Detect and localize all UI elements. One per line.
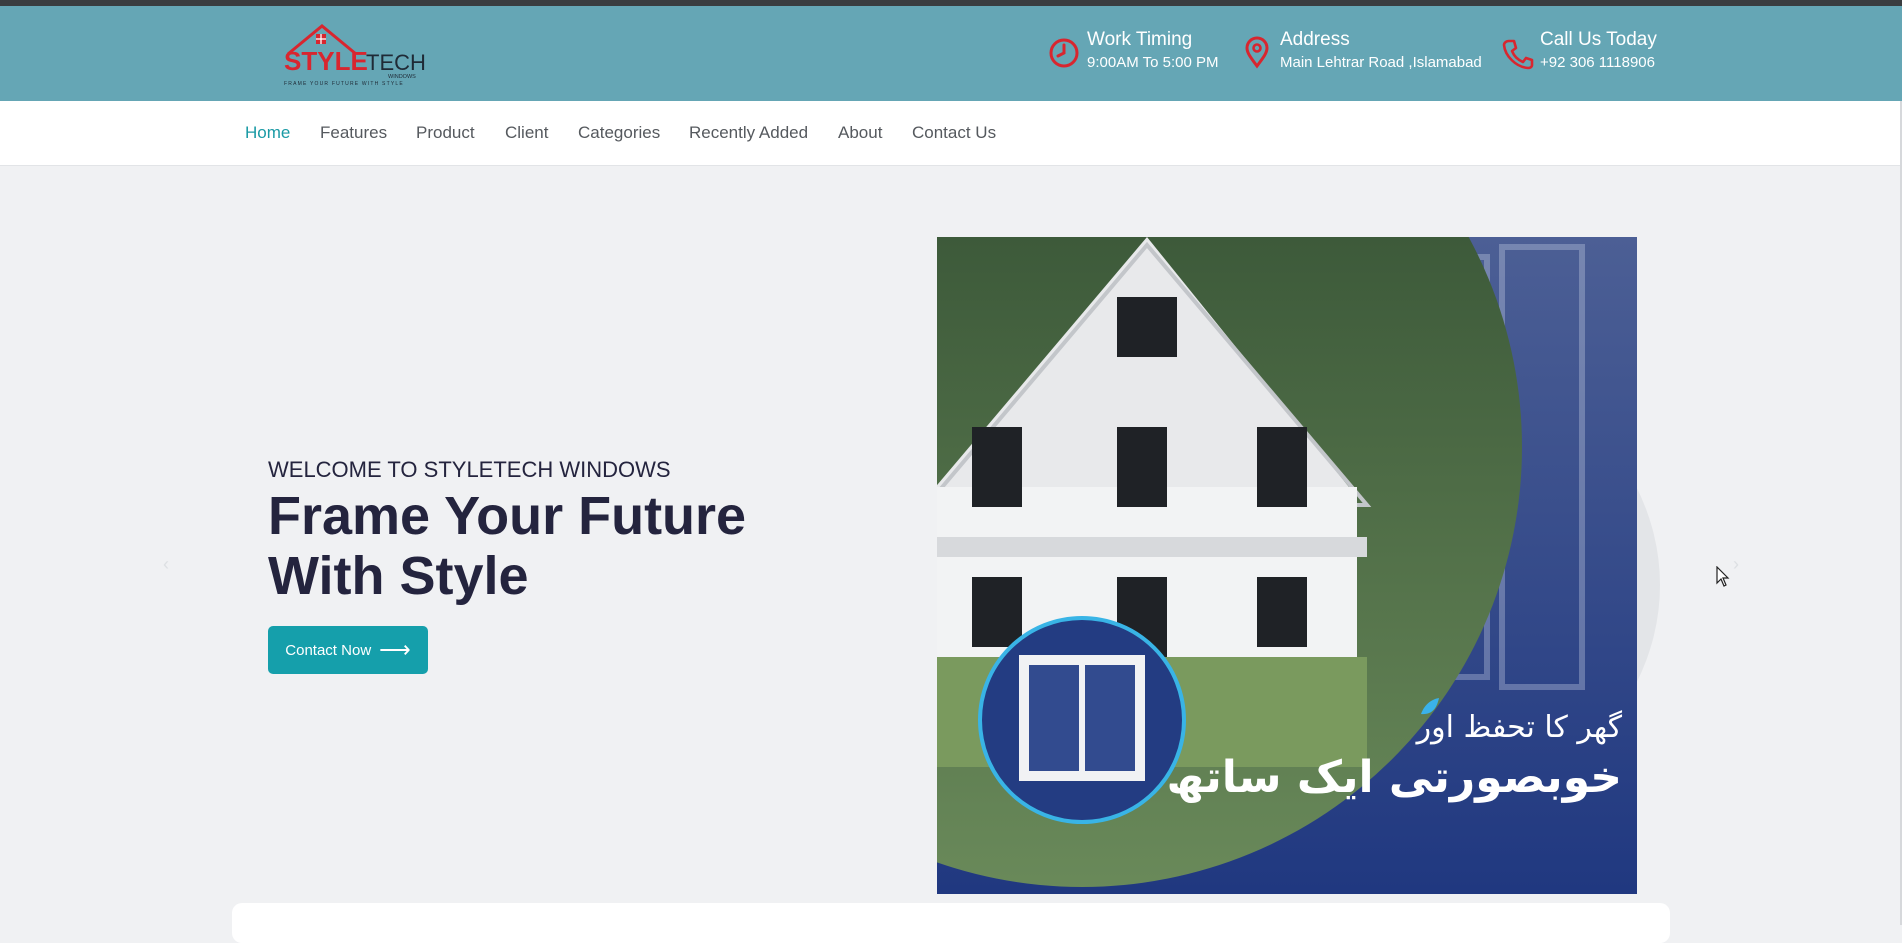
map-pin-icon <box>1245 36 1269 69</box>
phone-icon <box>1502 39 1534 70</box>
nav-features[interactable]: Features <box>320 122 387 144</box>
mouse-cursor-icon <box>1716 566 1730 587</box>
hero-title: Frame Your Future With Style <box>268 486 747 606</box>
carousel-prev-icon[interactable]: ‹ <box>156 554 176 574</box>
address-title: Address <box>1280 29 1350 50</box>
nav-contact-us[interactable]: Contact Us <box>912 122 996 144</box>
nav-product[interactable]: Product <box>416 122 475 144</box>
svg-text:گھر کا تحفظ اور: گھر کا تحفظ اور <box>1415 710 1623 745</box>
styletech-logo[interactable]: STYLE TECH WINDOWS FRAME YOUR FUTURE WIT… <box>280 18 428 88</box>
address-info: Address Main Lehtrar Road ,Islamabad <box>1240 28 1482 80</box>
phone-title: Call Us Today <box>1540 29 1657 50</box>
main-nav: Home Features Product Client Categories … <box>0 101 1902 166</box>
nav-home[interactable]: Home <box>245 122 290 144</box>
hero-image: گھر کا تحفظ اور خوبصورتی ایک ساتھ <box>937 237 1637 894</box>
svg-text:TECH: TECH <box>366 50 426 75</box>
address-value: Main Lehtrar Road ,Islamabad <box>1280 54 1482 71</box>
nav-client[interactable]: Client <box>505 122 548 144</box>
nav-recently-added[interactable]: Recently Added <box>689 122 808 144</box>
svg-text:WINDOWS: WINDOWS <box>388 74 416 80</box>
work-timing-value: 9:00AM To 5:00 PM <box>1087 54 1219 71</box>
hero-subtitle: WELCOME TO STYLETECH WINDOWS <box>268 457 671 482</box>
nav-categories[interactable]: Categories <box>578 122 660 144</box>
work-timing-info: Work Timing 9:00AM To 5:00 PM <box>1047 28 1218 80</box>
svg-text:خوبصورتی ایک ساتھ: خوبصورتی ایک ساتھ <box>1167 752 1622 803</box>
nav-about[interactable]: About <box>838 122 882 144</box>
svg-text:FRAME YOUR FUTURE WITH STYLE: FRAME YOUR FUTURE WITH STYLE <box>284 81 404 87</box>
top-info-bar: STYLE TECH WINDOWS FRAME YOUR FUTURE WIT… <box>0 6 1902 101</box>
work-timing-title: Work Timing <box>1087 29 1193 50</box>
feature-card-top <box>232 903 1670 943</box>
contact-now-label: Contact Now <box>285 641 372 659</box>
phone-info: Call Us Today +92 306 1118906 <box>1500 28 1657 80</box>
clock-icon <box>1049 38 1079 68</box>
contact-now-button[interactable]: Contact Now ⟶ <box>268 626 428 674</box>
phone-value[interactable]: +92 306 1118906 <box>1540 52 1657 74</box>
svg-text:STYLE: STYLE <box>284 46 368 76</box>
arrow-right-icon: ⟶ <box>379 637 411 662</box>
